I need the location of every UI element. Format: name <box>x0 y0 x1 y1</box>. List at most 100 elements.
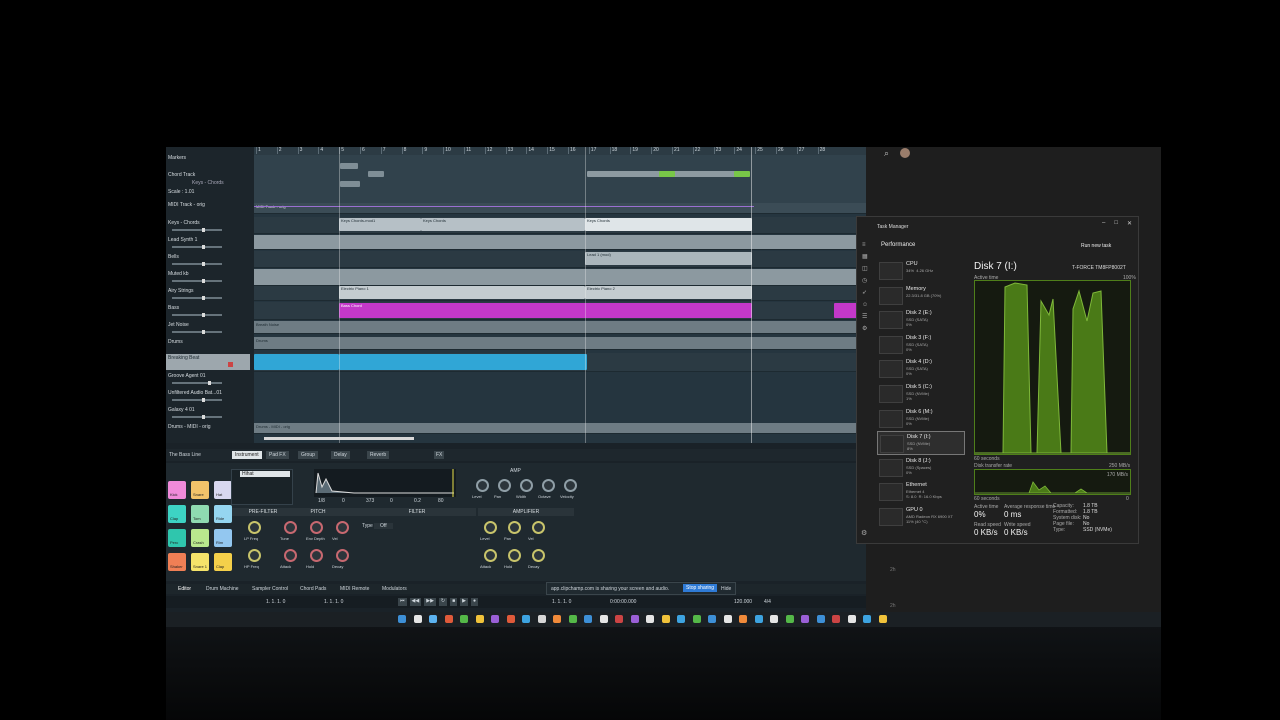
taskbar-app-icon[interactable] <box>398 615 406 623</box>
ruler-tick[interactable]: 20 <box>651 147 659 154</box>
startup-icon[interactable]: ➶ <box>862 287 870 299</box>
tempo-display[interactable]: 120.000 <box>734 599 752 605</box>
position-display[interactable]: 1. 1. 1. 0 <box>552 599 571 605</box>
sample-list[interactable]: Hihat <box>231 469 293 505</box>
taskbar-app-icon[interactable] <box>646 615 654 623</box>
time-display[interactable]: 0:00:00.000 <box>610 599 636 605</box>
amp-knob[interactable] <box>564 479 577 492</box>
clip[interactable]: Keys Chords <box>421 218 585 231</box>
volume-fader[interactable] <box>172 296 222 300</box>
taskbar-app-icon[interactable] <box>491 615 499 623</box>
taskbar-app-icon[interactable] <box>599 615 608 623</box>
clip[interactable]: Electric Piano 2 <box>585 286 752 299</box>
pitch-knob[interactable] <box>284 549 297 562</box>
amplifier-knob[interactable] <box>508 549 521 562</box>
waveform-display[interactable] <box>314 469 456 497</box>
rewind-icon[interactable]: ⏮ <box>398 598 407 606</box>
lower-zone-tab[interactable]: Modulators <box>382 586 407 592</box>
performance-icon[interactable]: ◫ <box>862 263 870 275</box>
volume-fader[interactable] <box>172 398 222 402</box>
maximize-icon[interactable]: □ <box>1114 220 1118 227</box>
taskbar-app-icon[interactable] <box>444 615 453 623</box>
lower-zone-tab[interactable]: Sampler Control <box>252 586 288 592</box>
history-icon[interactable]: ◷ <box>862 275 870 287</box>
close-icon[interactable]: ✕ <box>1127 220 1132 227</box>
clip[interactable]: Drums - MIDI - orig <box>254 424 456 432</box>
lower-zone-tab[interactable]: Drum Machine <box>206 586 239 592</box>
taskbar-app-icon[interactable] <box>553 615 561 623</box>
settings-icon[interactable]: ⚙ <box>861 529 867 537</box>
lp-freq-knob[interactable] <box>248 521 261 534</box>
signature-display[interactable]: 4/4 <box>764 599 771 605</box>
drum-pad[interactable]: Snare 1 <box>191 553 209 571</box>
performance-item[interactable]: Disk 2 (E:) SSD (SATA) 0% <box>877 308 963 330</box>
fx-button[interactable]: FX <box>434 451 445 459</box>
drum-pad[interactable]: Rim <box>214 529 232 547</box>
track-name[interactable]: Bells <box>168 254 179 260</box>
taskbar-app-icon[interactable] <box>630 615 639 623</box>
taskbar-app-icon[interactable] <box>568 615 577 623</box>
amp-knob[interactable] <box>498 479 511 492</box>
ruler-tick[interactable]: 27 <box>796 147 804 154</box>
sample-name[interactable]: Hihat <box>240 471 290 477</box>
taskbar-app-icon[interactable] <box>785 615 794 623</box>
volume-fader[interactable] <box>172 415 222 419</box>
performance-item[interactable]: Disk 7 (I:) SSD (NVMe) 8% <box>877 431 965 456</box>
horizontal-scrollbar[interactable] <box>264 437 414 440</box>
lower-zone-tab[interactable]: Editor <box>178 586 191 592</box>
performance-item[interactable]: Disk 8 (J:) SSD (Spaces) 0% <box>877 456 963 478</box>
volume-fader[interactable] <box>172 245 222 249</box>
ruler-tick[interactable]: 28 <box>817 147 825 154</box>
volume-fader[interactable] <box>172 279 222 283</box>
taskbar-app-icon[interactable] <box>615 615 623 623</box>
drum-pad[interactable]: Shaker <box>168 553 186 571</box>
track-name[interactable]: Breaking Beat <box>168 355 199 361</box>
taskbar-app-icon[interactable] <box>739 615 747 623</box>
ruler-tick[interactable]: 10 <box>443 147 451 154</box>
taskbar-app-icon[interactable] <box>537 615 546 623</box>
volume-fader[interactable] <box>172 330 222 334</box>
taskbar-app-icon[interactable] <box>770 615 778 623</box>
play-icon[interactable]: ▶ <box>460 598 469 606</box>
taskbar-app-icon[interactable] <box>723 615 732 623</box>
drum-pad[interactable]: Clap <box>214 553 232 571</box>
track-name[interactable]: Drums <box>168 339 183 345</box>
ruler-tick[interactable]: 26 <box>776 147 784 154</box>
track-name[interactable]: MIDI Track - orig <box>168 202 205 208</box>
amplifier-knob[interactable] <box>532 549 545 562</box>
back-icon[interactable]: ◀◀ <box>409 598 422 606</box>
tab-reverb[interactable]: Reverb <box>367 451 390 459</box>
track-name[interactable]: Lead Synth 1 <box>168 237 197 243</box>
lower-zone-tab[interactable]: MIDI Remote <box>340 586 369 592</box>
taskbar-app-icon[interactable] <box>708 615 716 623</box>
ruler-tick[interactable]: 1 <box>256 147 261 154</box>
volume-fader[interactable] <box>172 313 222 317</box>
taskbar-app-icon[interactable] <box>878 615 887 623</box>
volume-fader[interactable] <box>172 262 222 266</box>
lower-zone-tab[interactable]: Chord Pads <box>300 586 326 592</box>
pitch-knob[interactable] <box>284 521 297 534</box>
performance-item[interactable]: Disk 5 (C:) SSD (NVMe) 1% <box>877 382 963 404</box>
track-name[interactable]: Keys - Chords <box>168 220 200 226</box>
ruler-tick[interactable]: 18 <box>609 147 617 154</box>
drum-pad[interactable]: Snare <box>191 481 209 499</box>
taskbar-app-icon[interactable] <box>460 615 468 623</box>
ruler-tick[interactable]: 13 <box>505 147 513 154</box>
users-icon[interactable]: ☺ <box>862 299 870 311</box>
stop-sharing-button[interactable]: Stop sharing <box>683 584 718 592</box>
details-icon[interactable]: ☰ <box>862 311 870 323</box>
clip[interactable]: Keys Chords-mod1 <box>339 218 421 231</box>
services-icon[interactable]: ⚙ <box>862 323 870 335</box>
clip[interactable]: Bass Chord <box>339 303 752 318</box>
performance-item[interactable]: GPU 0 AMD Radeon RX 6900 XT 11% (40 °C) <box>877 505 963 527</box>
ruler-tick[interactable]: 16 <box>568 147 576 154</box>
track-name[interactable]: Drums - MIDI - orig <box>168 424 211 430</box>
performance-item[interactable]: Disk 3 (F:) SSD (SATA) 0% <box>877 333 963 355</box>
clip[interactable]: Drums <box>254 338 456 346</box>
processes-icon[interactable]: ▦ <box>862 251 870 263</box>
track-name[interactable]: Galaxy 4 01 <box>168 407 195 413</box>
tab-delay[interactable]: Delay <box>331 451 350 459</box>
position-display[interactable]: 1. 1. 1. 0 <box>324 599 343 605</box>
ruler-tick[interactable]: 7 <box>380 147 386 154</box>
performance-item[interactable]: Memory 22.3/31.8 GB (70%) <box>877 284 963 306</box>
